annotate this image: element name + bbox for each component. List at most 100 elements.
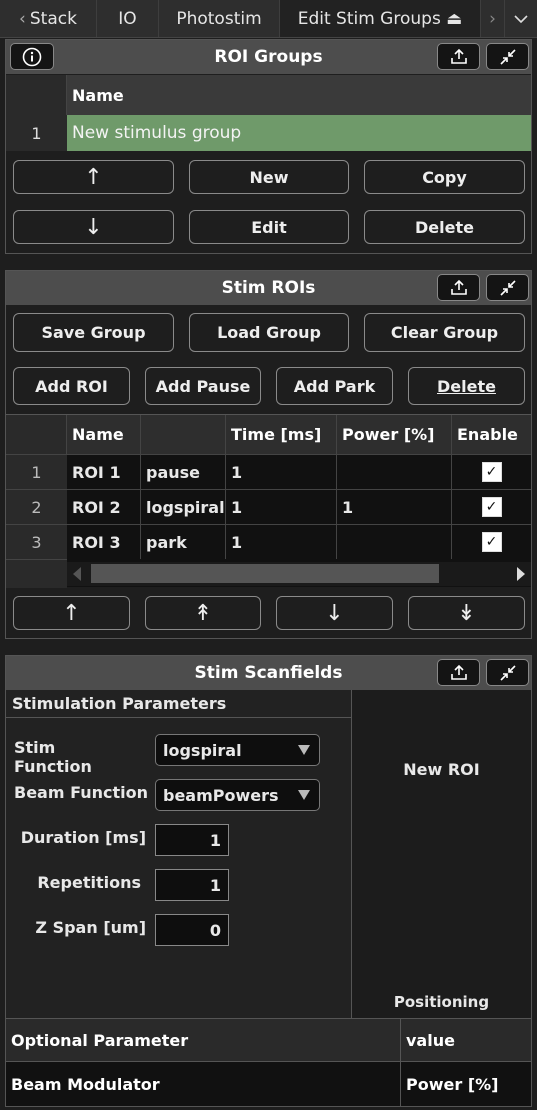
tab-stack[interactable]: ‹ Stack [0, 0, 97, 37]
chevron-right-icon[interactable]: › [481, 0, 505, 37]
collapse-button[interactable] [486, 43, 529, 70]
roi-groups-table: Name 1 New stimulus group [6, 75, 531, 151]
table-corner [6, 415, 67, 454]
row-header[interactable]: 1 [6, 115, 67, 151]
roi-enable-cell: ✓ [452, 489, 531, 524]
move-down-button[interactable]: ↓ [13, 210, 174, 244]
stim-function-select[interactable]: logspiral [155, 734, 320, 766]
optional-parameter-header[interactable]: Optional Parameter [6, 1019, 401, 1062]
export-button[interactable] [437, 274, 480, 301]
export-button[interactable] [437, 659, 480, 686]
stim-scanfields-panel: Stim Scanfields Stimulation Parameters S… [5, 655, 532, 1107]
positioning-label: Positioning [393, 993, 490, 1011]
column-header-enable[interactable]: Enable [452, 415, 531, 454]
horizontal-scrollbar[interactable] [67, 562, 531, 586]
scroll-right-icon[interactable] [517, 567, 525, 581]
add-roi-button[interactable]: Add ROI [13, 367, 130, 405]
roi-time-cell[interactable]: 1 [226, 524, 337, 559]
roi-time-cell[interactable]: 1 [226, 454, 337, 489]
row-header[interactable]: 1 [6, 454, 67, 489]
export-button[interactable] [437, 43, 480, 70]
roi-type-cell[interactable]: logspiral [141, 489, 226, 524]
duration-label: Duration [ms] [20, 828, 146, 847]
stim-function-label: Stim Function [14, 738, 92, 776]
collapse-icon [499, 279, 516, 296]
stim-rois-table: Name Time [ms] Power [%] Enable 1 ROI 1 … [6, 414, 531, 588]
table-corner [6, 75, 67, 115]
z-span-field[interactable]: 0 [155, 914, 229, 946]
beam-power-cell[interactable]: Power [%] [401, 1062, 531, 1107]
roi-name-cell[interactable]: ROI 3 [67, 524, 141, 559]
repetitions-field[interactable]: 1 [155, 869, 229, 901]
scroll-left-icon[interactable] [73, 567, 81, 581]
roi-groups-panel: ROI Groups Name 1 New stimulus group ↑ N… [5, 39, 532, 254]
tab-edit-stim-groups[interactable]: Edit Stim Groups ⏏ [280, 0, 481, 37]
duration-field[interactable]: 1 [155, 824, 229, 856]
new-button[interactable]: New [189, 160, 349, 194]
export-icon [450, 48, 467, 64]
info-button[interactable] [10, 43, 54, 70]
export-icon [450, 279, 467, 295]
dropdown-arrow-icon [298, 790, 310, 800]
roi-time-cell[interactable]: 1 [226, 489, 337, 524]
chevron-down-icon[interactable] [505, 0, 537, 37]
roi-preview[interactable]: New ROI Positioning [352, 690, 531, 1018]
roi-enable-cell: ✓ [452, 454, 531, 489]
enable-checkbox[interactable]: ✓ [481, 532, 502, 552]
stim-rois-panel: Stim ROIs Save Group Load Group Clear Gr… [5, 270, 532, 639]
column-header-name[interactable]: Name [67, 75, 531, 115]
collapse-icon [499, 48, 516, 65]
delete-button[interactable]: Delete [364, 210, 525, 244]
row-header[interactable]: 2 [6, 489, 67, 524]
beam-function-label: Beam Function [14, 783, 148, 802]
roi-power-cell[interactable] [337, 454, 452, 489]
value-header[interactable]: value [401, 1019, 531, 1062]
add-pause-button[interactable]: Add Pause [145, 367, 261, 405]
copy-button[interactable]: Copy [364, 160, 525, 194]
scrollbar-thumb[interactable] [91, 564, 439, 583]
roi-type-cell[interactable]: pause [141, 454, 226, 489]
add-park-button[interactable]: Add Park [276, 367, 393, 405]
roi-name-cell[interactable]: ROI 2 [67, 489, 141, 524]
info-icon [22, 47, 42, 66]
edit-button[interactable]: Edit [189, 210, 349, 244]
table-corner-bottom [6, 559, 67, 588]
roi-enable-cell: ✓ [452, 524, 531, 559]
tab-photostim[interactable]: Photostim [159, 0, 280, 37]
table-row[interactable]: New stimulus group [67, 115, 531, 151]
tab-io[interactable]: IO [97, 0, 159, 37]
save-group-button[interactable]: Save Group [13, 313, 174, 352]
enable-checkbox[interactable]: ✓ [481, 462, 502, 482]
export-icon [450, 664, 467, 680]
stimulation-parameters: Stimulation Parameters Stim Function log… [6, 690, 352, 1018]
column-header-time[interactable]: Time [ms] [226, 415, 337, 454]
move-up-button[interactable]: ↑ [13, 160, 174, 194]
collapse-button[interactable] [486, 274, 529, 301]
repetitions-label: Repetitions [37, 873, 141, 892]
delete-roi-button[interactable]: Delete [408, 367, 525, 405]
preview-title: New ROI [403, 760, 480, 779]
move-roi-up-button[interactable]: ↑ [13, 596, 130, 630]
optional-parameter-table: Optional Parameter value Beam Modulator … [6, 1018, 531, 1107]
row-header[interactable]: 3 [6, 524, 67, 559]
enable-checkbox[interactable]: ✓ [481, 497, 502, 517]
beam-modulator-cell[interactable]: Beam Modulator [6, 1062, 401, 1107]
z-span-label: Z Span [um] [35, 918, 146, 937]
clear-group-button[interactable]: Clear Group [364, 313, 525, 352]
chevron-left-icon[interactable]: ‹ [19, 9, 26, 29]
roi-name-cell[interactable]: ROI 1 [67, 454, 141, 489]
column-header-type[interactable] [141, 415, 226, 454]
stimulation-parameters-title: Stimulation Parameters [6, 690, 352, 718]
roi-power-cell[interactable]: 1 [337, 489, 452, 524]
load-group-button[interactable]: Load Group [189, 313, 349, 352]
collapse-button[interactable] [486, 659, 529, 686]
move-roi-top-button[interactable]: ↟ [145, 596, 261, 630]
move-roi-down-button[interactable]: ↓ [276, 596, 393, 630]
column-header-name[interactable]: Name [67, 415, 141, 454]
roi-power-cell[interactable] [337, 524, 452, 559]
beam-function-select[interactable]: beamPowers [155, 779, 320, 811]
move-roi-bottom-button[interactable]: ↡ [408, 596, 525, 630]
tab-bar: ‹ Stack IO Photostim Edit Stim Groups ⏏ … [0, 0, 537, 38]
roi-type-cell[interactable]: park [141, 524, 226, 559]
column-header-power[interactable]: Power [%] [337, 415, 452, 454]
